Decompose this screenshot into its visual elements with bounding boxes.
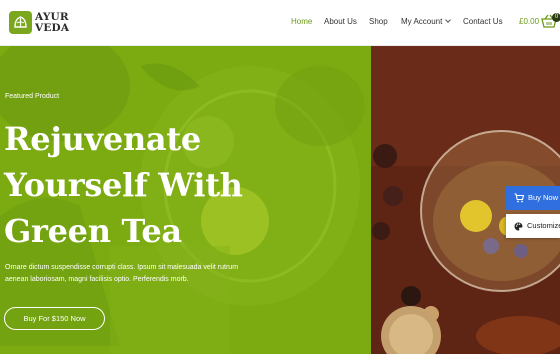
hero-content-panel: Featured Product Rejuvenate Yourself Wit…	[0, 46, 371, 354]
buy-now-label: Buy Now	[528, 193, 559, 202]
hero-eyebrow: Featured Product	[5, 93, 60, 100]
buy-now-button[interactable]: Buy Now	[506, 186, 560, 210]
brand-name-line1: AYUR	[35, 11, 69, 23]
brand-name: AYUR VEDA	[35, 12, 69, 33]
cart-icon	[514, 193, 524, 203]
hero-section: Featured Product Rejuvenate Yourself Wit…	[0, 46, 560, 354]
cart-count-badge: 0	[552, 13, 560, 22]
nav-item-home[interactable]: Home	[291, 17, 312, 26]
customize-label: Customize	[527, 221, 560, 230]
buy-cta-button[interactable]: Buy For $150 Now	[4, 307, 105, 330]
brand-name-line2: VEDA	[35, 21, 70, 34]
nav-item-my-account-label: My Account	[401, 17, 443, 26]
site-header: AYUR VEDA Home About Us Shop My Account …	[0, 0, 560, 46]
palette-icon	[514, 222, 523, 231]
nav-item-about-us[interactable]: About Us	[324, 17, 357, 26]
nav-item-shop[interactable]: Shop	[369, 17, 388, 26]
customize-button[interactable]: Customize	[506, 214, 560, 238]
brand-logo[interactable]: AYUR VEDA	[9, 11, 69, 34]
cart-total[interactable]: £0.00	[519, 17, 539, 26]
hero-headline: Rejuvenate Yourself With Green Tea	[4, 120, 243, 250]
leaf-logo-icon	[9, 11, 32, 34]
nav-item-contact-us[interactable]: Contact Us	[463, 17, 503, 26]
nav-item-my-account[interactable]: My Account	[401, 17, 452, 26]
chevron-down-icon	[445, 17, 452, 23]
hero-description: Ornare dictum suspendisse corrupti class…	[5, 264, 239, 283]
